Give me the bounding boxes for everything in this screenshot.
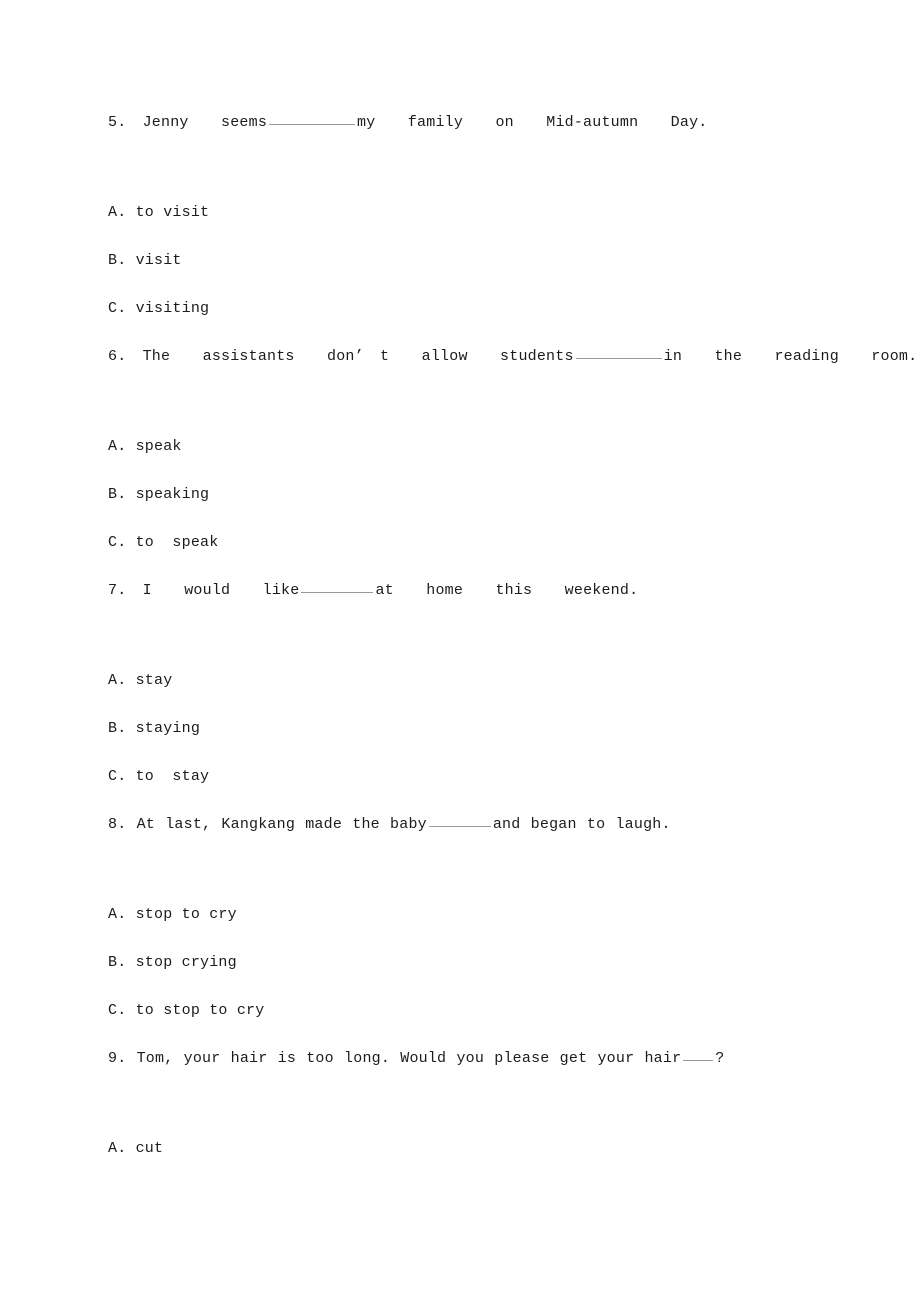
question-stem-9: 9. Tom, your hair is too long. Would you… [108, 1048, 848, 1070]
question-stem-6-before: 6. The assistants don’ t allow students [108, 348, 574, 365]
answer-blank-8[interactable] [428, 815, 491, 827]
question-stem-7-after: at home this weekend. [375, 582, 639, 599]
question-stem-5: 5. Jenny seems my family on Mid-autumn Da… [108, 112, 848, 134]
option-5-b[interactable]: B. visit [108, 250, 848, 272]
question-stem-5-before: 5. Jenny seems [108, 114, 268, 131]
option-7-c[interactable]: C. to stay [108, 766, 848, 788]
option-7-a[interactable]: A. stay [108, 670, 848, 692]
answer-blank-5[interactable] [269, 113, 356, 125]
option-6-a[interactable]: A. speak [108, 436, 848, 458]
question-stem-6-after: in the reading room. [663, 348, 918, 365]
option-9-a[interactable]: A. cut [108, 1138, 848, 1160]
question-stem-9-before: 9. Tom, your hair is too long. Would you… [108, 1050, 682, 1067]
answer-blank-7[interactable] [301, 581, 374, 593]
option-5-a[interactable]: A. to visit [108, 202, 848, 224]
question-stem-8-before: 8. At last, Kangkang made the baby [108, 816, 427, 833]
option-6-b[interactable]: B. speaking [108, 484, 848, 506]
question-stem-7-before: 7. I would like [108, 582, 300, 599]
answer-blank-9[interactable] [683, 1049, 714, 1061]
question-stem-6: 6. The assistants don’ t allow students i… [108, 346, 917, 368]
question-stem-8-after: and began to laugh. [492, 816, 671, 833]
question-stem-5-after: my family on Mid-autumn Day. [357, 114, 708, 131]
option-5-c[interactable]: C. visiting [108, 298, 848, 320]
option-7-b[interactable]: B. staying [108, 718, 848, 740]
answer-blank-6[interactable] [575, 347, 662, 359]
document-page: 5. Jenny seems my family on Mid-autumn Da… [0, 0, 920, 1302]
option-6-c[interactable]: C. to speak [108, 532, 848, 554]
question-stem-8: 8. At last, Kangkang made the baby and be… [108, 814, 848, 836]
option-8-b[interactable]: B. stop crying [108, 952, 848, 974]
question-list: 5. Jenny seems my family on Mid-autumn Da… [108, 112, 917, 1160]
question-stem-9-after: ? [715, 1050, 725, 1067]
option-8-a[interactable]: A. stop to cry [108, 904, 848, 926]
option-8-c[interactable]: C. to stop to cry [108, 1000, 848, 1022]
question-stem-7: 7. I would like at home this weekend. [108, 580, 848, 602]
